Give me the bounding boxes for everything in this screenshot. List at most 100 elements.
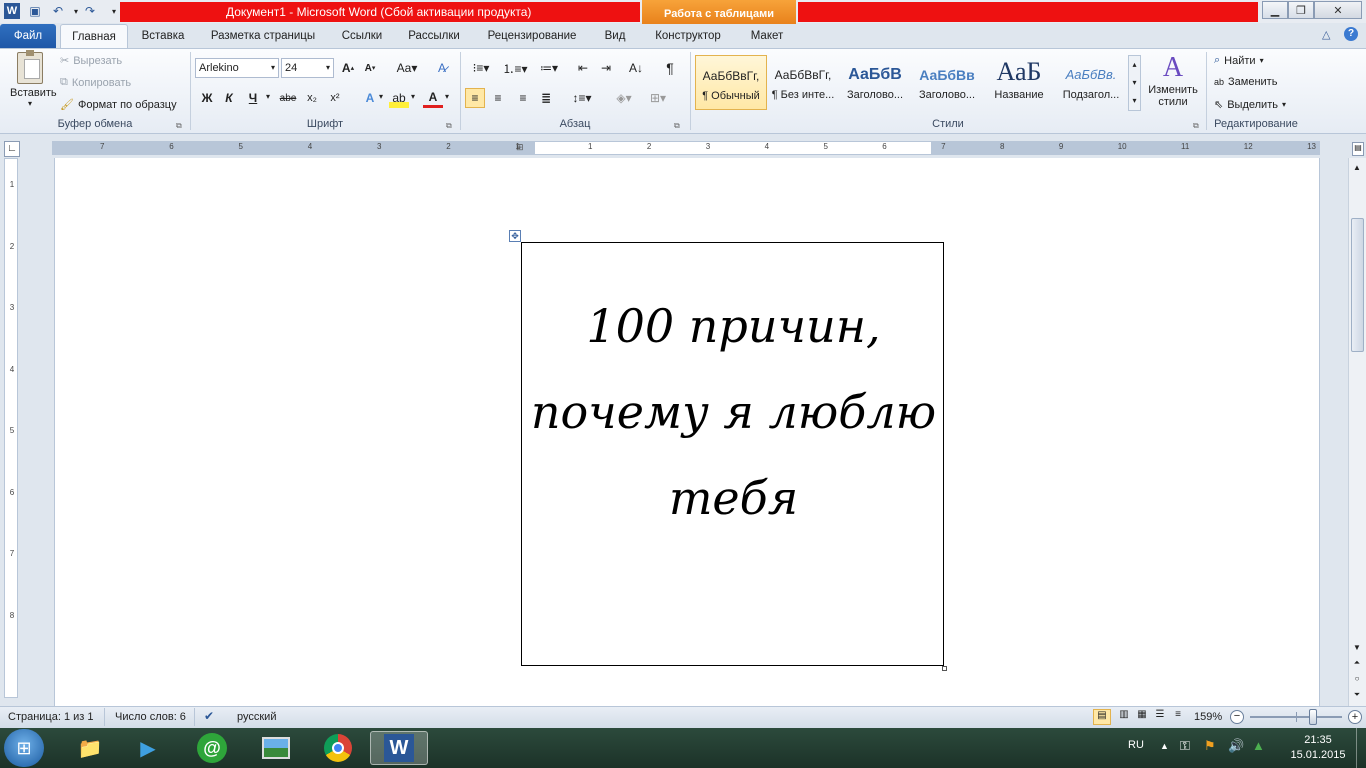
underline-dropdown-icon[interactable]: ▾ xyxy=(266,92,270,101)
justify-icon[interactable]: ≣ xyxy=(536,88,556,108)
subscript-button[interactable]: x₂ xyxy=(302,88,322,108)
replace-button[interactable]: ab Заменить xyxy=(1214,76,1277,88)
paste-button[interactable]: Вставить ▾ xyxy=(10,50,57,112)
styles-scroll[interactable]: ▴ ▾ ▾ xyxy=(1128,55,1141,111)
input-language[interactable]: RU xyxy=(1128,739,1144,751)
styles-launcher-icon[interactable]: ⧉ xyxy=(1193,121,1199,131)
zoom-out-icon[interactable]: − xyxy=(1230,710,1244,724)
grow-font-icon[interactable]: A ▴ xyxy=(338,58,358,78)
flag-icon[interactable]: ⚑ xyxy=(1204,738,1216,754)
drive-icon[interactable]: ▲ xyxy=(1252,738,1265,753)
change-styles-button[interactable]: A Изменить стили xyxy=(1146,52,1200,116)
minimize-button[interactable]: ▁ xyxy=(1262,1,1288,19)
superscript-button[interactable]: x² xyxy=(325,88,345,108)
clipboard-launcher-icon[interactable]: ⧉ xyxy=(176,121,182,131)
find-button[interactable]: ⌕ Найти ▾ xyxy=(1214,54,1264,67)
table-cell[interactable]: 100 причин, почему я люблю тебя xyxy=(521,242,944,666)
outline-icon[interactable]: ☰ xyxy=(1152,709,1168,720)
change-case-icon[interactable]: Aa▾ xyxy=(392,58,422,78)
chevron-down-icon[interactable]: ▾ xyxy=(379,92,383,101)
volume-icon[interactable]: 🔊 xyxy=(1228,738,1244,754)
style-subtitle[interactable]: АаБбВв. Подзагол... xyxy=(1055,55,1127,110)
column-marker-icon[interactable]: ⊞ xyxy=(516,142,524,153)
zoom-level[interactable]: 159% xyxy=(1194,711,1222,723)
chevron-down-icon[interactable]: ▾ xyxy=(411,92,415,101)
show-desktop-button[interactable] xyxy=(1356,728,1366,768)
tab-review[interactable]: Рецензирование xyxy=(476,24,588,48)
web-layout-icon[interactable]: ▦ xyxy=(1134,709,1150,720)
next-page-icon[interactable]: ⏷ xyxy=(1350,690,1364,704)
redo-icon[interactable]: ↷ xyxy=(82,3,98,19)
photo-viewer-icon[interactable] xyxy=(254,731,298,765)
print-layout-icon[interactable]: ▤ xyxy=(1093,709,1111,725)
increase-indent-icon[interactable]: ⇥ xyxy=(596,58,616,78)
prev-page-icon[interactable]: ⏶ xyxy=(1350,658,1364,672)
undo-icon[interactable]: ↶ xyxy=(50,3,66,19)
format-painter-button[interactable]: 🖌 Формат по образцу xyxy=(60,98,177,112)
decrease-indent-icon[interactable]: ⇤ xyxy=(573,58,593,78)
align-center-icon[interactable]: ≡ xyxy=(488,88,508,108)
highlight-icon[interactable]: ab xyxy=(389,88,409,108)
font-color-icon[interactable]: A xyxy=(423,88,443,108)
tab-design[interactable]: Конструктор xyxy=(644,24,732,48)
close-button[interactable]: ✕ xyxy=(1314,1,1362,19)
minimize-ribbon-icon[interactable]: △ xyxy=(1322,28,1330,41)
select-button[interactable]: ⇖ Выделить ▾ xyxy=(1214,98,1286,112)
chevron-down-icon[interactable]: ▾ xyxy=(445,92,449,101)
tab-page-layout[interactable]: Разметка страницы xyxy=(198,24,328,48)
tab-references[interactable]: Ссылки xyxy=(332,24,392,48)
scroll-down-icon[interactable]: ▼ xyxy=(1350,640,1364,656)
tab-mailings[interactable]: Рассылки xyxy=(396,24,472,48)
start-button[interactable]: ⊞ xyxy=(4,729,44,767)
tab-home[interactable]: Главная xyxy=(60,24,128,48)
shrink-font-icon[interactable]: A ▾ xyxy=(360,58,380,78)
chrome-icon[interactable] xyxy=(316,731,360,765)
word-count[interactable]: Число слов: 6 xyxy=(115,711,186,723)
style-heading-2[interactable]: АаБбВв Заголово... xyxy=(911,55,983,110)
network-icon[interactable]: ⚿ xyxy=(1180,738,1190,754)
tab-selector[interactable]: ∟ xyxy=(4,141,20,157)
help-icon[interactable]: ? xyxy=(1344,27,1358,41)
table-resize-handle[interactable] xyxy=(942,666,947,671)
sort-icon[interactable]: A↓ xyxy=(626,58,646,78)
language-indicator[interactable]: русский xyxy=(237,711,276,723)
tab-insert[interactable]: Вставка xyxy=(132,24,194,48)
style-heading-1[interactable]: АаБбВ Заголово... xyxy=(839,55,911,110)
customize-qat-icon[interactable]: ▾ xyxy=(106,3,122,19)
underline-button[interactable]: Ч xyxy=(243,88,263,108)
document-page[interactable]: ✥ 100 причин, почему я люблю тебя xyxy=(54,158,1320,706)
table-move-handle-icon[interactable]: ✥ xyxy=(509,230,521,242)
view-ruler-icon[interactable]: ▤ xyxy=(1352,142,1364,156)
style-normal[interactable]: АаБбВвГг, ¶ Обычный xyxy=(695,55,767,110)
text-effects-icon[interactable]: A xyxy=(360,88,380,108)
zoom-in-icon[interactable]: + xyxy=(1348,710,1362,724)
italic-button[interactable]: К xyxy=(219,88,239,108)
clear-formatting-icon[interactable]: A̷ xyxy=(432,58,452,78)
strikethrough-button[interactable]: abe xyxy=(278,88,298,108)
full-screen-reading-icon[interactable]: ▥ xyxy=(1116,709,1132,720)
word-logo-icon[interactable]: W xyxy=(4,3,20,19)
media-player-icon[interactable]: ▶ xyxy=(126,731,170,765)
page-count[interactable]: Страница: 1 из 1 xyxy=(8,711,94,723)
word-taskbar-icon[interactable]: W xyxy=(370,731,428,765)
font-launcher-icon[interactable]: ⧉ xyxy=(446,121,452,131)
tab-layout[interactable]: Макет xyxy=(736,24,798,48)
align-left-icon[interactable]: ≡ xyxy=(465,88,485,108)
line-spacing-icon[interactable]: ↕≡▾ xyxy=(568,88,596,108)
bold-button[interactable]: Ж xyxy=(197,88,217,108)
style-no-spacing[interactable]: АаБбВвГг, ¶ Без инте... xyxy=(767,55,839,110)
draft-icon[interactable]: ≡ xyxy=(1170,709,1186,720)
tab-file[interactable]: Файл xyxy=(0,24,56,48)
style-title[interactable]: АаБ Название xyxy=(983,55,1055,110)
mail-agent-icon[interactable]: @ xyxy=(190,731,234,765)
bullets-icon[interactable]: ⁝≡▾ xyxy=(466,58,496,78)
show-formatting-icon[interactable]: ¶ xyxy=(660,58,680,78)
multilevel-list-icon[interactable]: ≔▾ xyxy=(534,58,564,78)
proofing-icon[interactable]: ✔ xyxy=(204,709,214,723)
borders-icon[interactable]: ⊞▾ xyxy=(644,88,672,108)
tray-expand-icon[interactable]: ▲ xyxy=(1160,741,1169,751)
font-name-combo[interactable]: Arlekino ▾ xyxy=(195,58,279,78)
align-right-icon[interactable]: ≡ xyxy=(513,88,533,108)
clock[interactable]: 21:35 15.01.2015 xyxy=(1290,733,1346,763)
cut-button[interactable]: ✂ Вырезать xyxy=(60,54,122,68)
